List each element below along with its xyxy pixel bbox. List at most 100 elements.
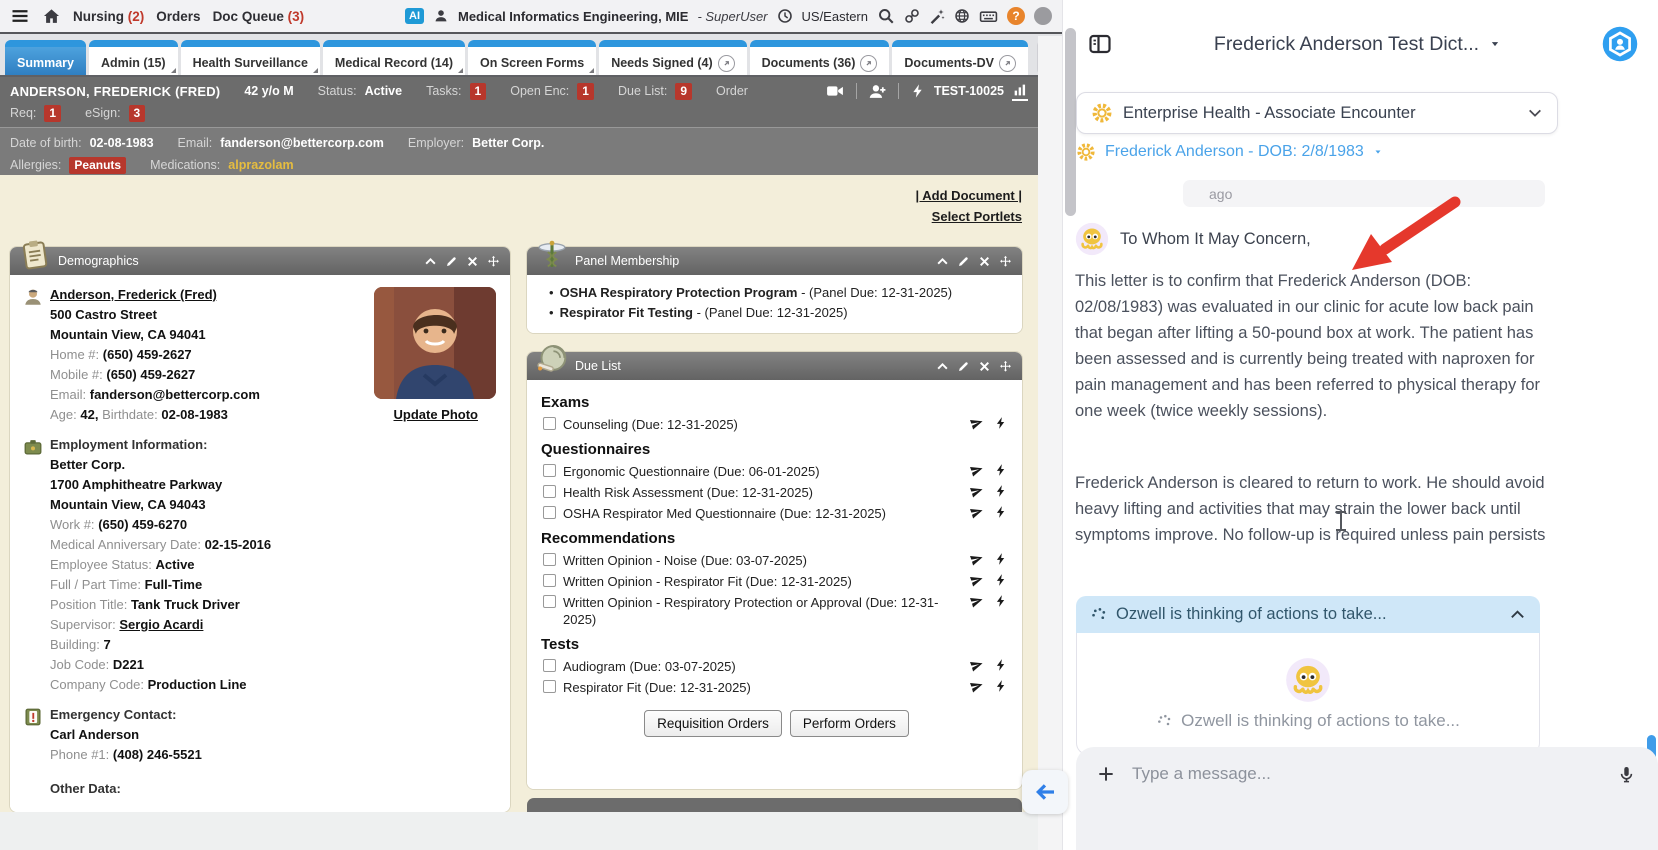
send-requisition-icon[interactable] [968,482,986,500]
keyboard-icon[interactable] [979,7,998,26]
tasks-count-badge[interactable]: 1 [469,82,487,100]
conversation-title-dropdown[interactable]: Frederick Anderson Test Dict... [1113,33,1602,56]
supervisor-link[interactable]: Sergio Acardi [119,617,203,632]
search-icon[interactable] [877,7,895,25]
send-requisition-icon[interactable] [968,461,986,479]
collapse-icon[interactable] [424,255,437,268]
tab-needs-signed[interactable]: Needs Signed (4) [599,40,748,75]
tab-admin[interactable]: Admin (15) [88,40,178,75]
due-item-checkbox[interactable] [543,464,556,477]
bluehive-logo[interactable] [1602,26,1638,62]
hamburger-menu-icon[interactable] [10,6,30,26]
open-enc-count-badge[interactable]: 1 [577,82,594,100]
perform-lightning-icon[interactable] [994,484,1008,498]
clock-icon[interactable] [777,8,793,24]
allergy-badge[interactable]: Peanuts [69,156,127,174]
select-portlets-link[interactable]: Select Portlets [932,209,1022,224]
send-requisition-icon[interactable] [968,414,986,432]
external-link-icon[interactable] [999,54,1016,72]
edit-pencil-icon[interactable] [957,255,970,268]
nav-item-nursing[interactable]: Nursing (2) [73,9,144,24]
send-requisition-icon[interactable] [968,550,986,568]
add-document-link[interactable]: | Add Document | [916,188,1022,203]
medication-value[interactable]: alprazolam [228,158,293,172]
globe-icon[interactable] [954,8,970,24]
due-item-checkbox[interactable] [543,417,556,430]
edit-pencil-icon[interactable] [957,360,970,373]
patient-context-dropdown[interactable]: Frederick Anderson - DOB: 2/8/1983 [1076,142,1383,162]
panel-scrollbar-thumb[interactable] [1065,28,1076,216]
move-icon[interactable] [487,255,500,268]
emergency-title: Emergency Contact: [50,707,177,722]
perform-lightning-icon[interactable] [994,552,1008,566]
requisition-orders-button[interactable]: Requisition Orders [644,710,782,737]
send-requisition-icon[interactable] [968,592,986,610]
collapse-panel-back-button[interactable] [1022,770,1068,814]
tab-medical-record[interactable]: Medical Record (14) [322,40,466,75]
tab-health-surveillance[interactable]: Health Surveillance [180,40,321,75]
attach-plus-icon[interactable] [1096,764,1116,784]
help-icon[interactable]: ? [1007,7,1025,25]
move-icon[interactable] [999,255,1012,268]
chevron-down-icon[interactable] [1527,105,1543,121]
due-item-checkbox[interactable] [543,595,556,608]
org-name: Medical Informatics Engineering, MIE [458,8,689,24]
tab-documents-dv[interactable]: Documents-DV [892,40,1028,75]
send-requisition-icon[interactable] [968,656,986,674]
message-input[interactable] [1132,764,1601,784]
send-requisition-icon[interactable] [968,677,986,695]
panel-toggle-icon[interactable] [1087,32,1113,56]
wand-icon[interactable] [929,8,945,24]
external-link-icon[interactable] [717,54,735,72]
due-item-checkbox[interactable] [543,659,556,672]
order-label[interactable]: Order [716,84,748,98]
edit-pencil-icon[interactable] [445,255,458,268]
perform-lightning-icon[interactable] [994,658,1008,672]
add-person-icon[interactable] [868,82,887,101]
send-requisition-icon[interactable] [968,571,986,589]
scrollbar-gutter[interactable] [1038,36,1062,850]
timestamp-bubble: ago [1183,180,1545,207]
link-icon[interactable] [904,8,920,24]
move-icon[interactable] [999,360,1012,373]
external-link-icon[interactable] [860,54,878,72]
collapse-icon[interactable] [936,255,949,268]
perform-lightning-icon[interactable] [994,463,1008,477]
perform-lightning-icon[interactable] [994,505,1008,519]
perform-lightning-icon[interactable] [994,679,1008,693]
perform-lightning-icon[interactable] [994,594,1008,608]
perform-orders-button[interactable]: Perform Orders [789,710,909,737]
encounter-selector[interactable]: Enterprise Health - Associate Encounter [1076,92,1558,134]
perform-lightning-icon[interactable] [994,416,1008,430]
esign-count-badge[interactable]: 3 [128,104,146,122]
caret-down-icon [1489,39,1501,49]
due-item-checkbox[interactable] [543,680,556,693]
due-item-checkbox[interactable] [543,553,556,566]
chart-stats-icon[interactable] [1012,82,1028,98]
ai-badge[interactable]: AI [405,8,424,24]
patient-name-link[interactable]: Anderson, Frederick (Fred) [50,287,217,302]
due-list-count-badge[interactable]: 9 [675,82,693,100]
tab-summary[interactable]: Summary [5,40,86,75]
thinking-banner[interactable]: Ozwell is thinking of actions to take... [1076,596,1540,633]
close-icon[interactable] [978,360,991,373]
send-requisition-icon[interactable] [968,503,986,521]
nav-item-orders[interactable]: Orders [156,9,200,24]
video-call-icon[interactable] [825,81,845,101]
tab-documents[interactable]: Documents (36) [749,40,890,75]
user-icon[interactable] [433,8,449,24]
quick-action-lightning-icon[interactable] [910,83,926,99]
collapse-icon[interactable] [936,360,949,373]
due-item-checkbox[interactable] [543,574,556,587]
due-item-checkbox[interactable] [543,506,556,519]
perform-lightning-icon[interactable] [994,573,1008,587]
nav-item-doc-queue[interactable]: Doc Queue (3) [213,9,305,24]
tab-on-screen-forms[interactable]: On Screen Forms [468,40,597,75]
close-icon[interactable] [466,255,479,268]
close-icon[interactable] [978,255,991,268]
due-item-checkbox[interactable] [543,485,556,498]
microphone-icon[interactable] [1617,765,1636,784]
home-icon[interactable] [42,7,61,26]
req-count-badge[interactable]: 1 [44,104,62,122]
chevron-up-icon[interactable] [1509,606,1526,623]
